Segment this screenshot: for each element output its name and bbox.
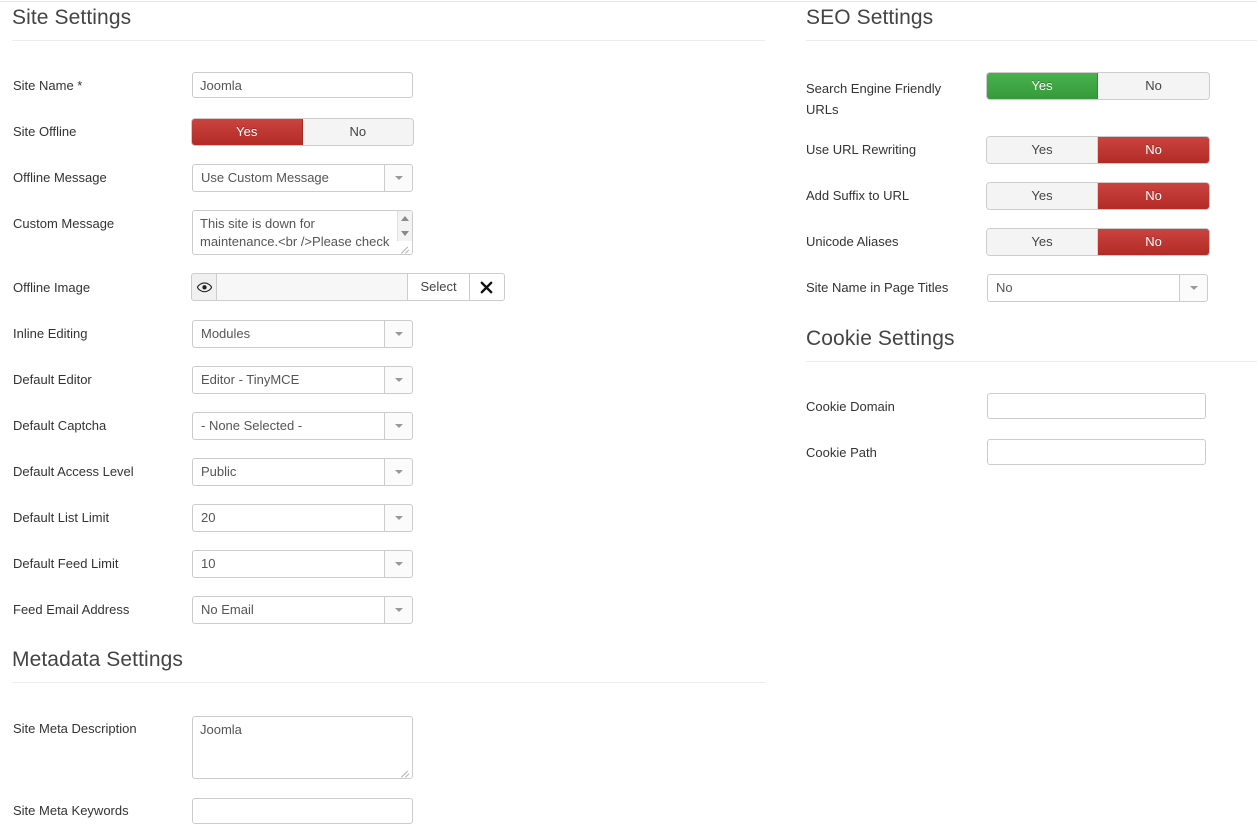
metadata-settings-divider [12,682,765,683]
cookie-domain-input[interactable] [987,393,1206,419]
site-offline-yes-button[interactable]: Yes [192,119,303,145]
default-editor-select-value: Editor - TinyMCE [192,366,384,394]
seo-settings-section: SEO Settings [806,5,1257,41]
default-feed-limit-select[interactable]: 10 [192,550,413,578]
site-meta-keywords-label: Site Meta Keywords [13,803,129,819]
close-x-icon[interactable] [470,273,505,301]
scroll-down-arrow-icon[interactable] [401,231,409,236]
add-suffix-label: Add Suffix to URL [806,188,909,204]
site-meta-description-textarea[interactable] [192,716,413,779]
site-meta-keywords-input[interactable] [192,798,413,824]
site-meta-description-label: Site Meta Description [13,721,137,737]
chevron-down-icon[interactable] [384,458,413,486]
cookie-settings-section: Cookie Settings [806,326,1257,362]
default-editor-label: Default Editor [13,372,92,388]
default-list-limit-select[interactable]: 20 [192,504,413,532]
inline-editing-select-value: Modules [192,320,384,348]
feed-email-address-select[interactable]: No Email [192,596,413,624]
inline-editing-select[interactable]: Modules [192,320,413,348]
feed-email-address-label: Feed Email Address [13,602,129,618]
sef-urls-toggle[interactable]: Yes No [986,72,1210,100]
offline-image-media-field: Select [191,273,505,301]
cookie-settings-divider [806,361,1257,362]
right-column: SEO Settings Search Engine Friendly URLs… [790,0,1257,825]
site-name-in-titles-select-value: No [987,274,1179,302]
site-offline-label: Site Offline [13,124,76,140]
sef-urls-no-button[interactable]: No [1098,73,1209,99]
global-configuration-form: Site Settings Site Name * Site Offline Y… [0,0,1257,825]
url-rewriting-yes-button[interactable]: Yes [987,137,1098,163]
default-list-limit-select-value: 20 [192,504,384,532]
url-rewriting-no-button[interactable]: No [1098,137,1209,163]
site-name-in-titles-label: Site Name in Page Titles [806,280,948,296]
default-captcha-select-value: - None Selected - [192,412,384,440]
unicode-aliases-no-button[interactable]: No [1098,229,1209,255]
seo-settings-heading: SEO Settings [806,5,1257,31]
feed-email-address-select-value: No Email [192,596,384,624]
unicode-aliases-yes-button[interactable]: Yes [987,229,1098,255]
site-name-label: Site Name * [13,78,82,94]
chevron-down-icon[interactable] [384,504,413,532]
cookie-domain-label: Cookie Domain [806,399,895,415]
offline-image-select-button[interactable]: Select [407,273,469,301]
add-suffix-toggle[interactable]: Yes No [986,182,1210,210]
add-suffix-no-button[interactable]: No [1098,183,1209,209]
seo-settings-divider [806,40,1257,41]
chevron-down-icon[interactable] [384,412,413,440]
default-feed-limit-label: Default Feed Limit [13,556,119,572]
url-rewriting-label: Use URL Rewriting [806,142,916,158]
custom-message-label: Custom Message [13,216,114,232]
default-editor-select[interactable]: Editor - TinyMCE [192,366,413,394]
chevron-down-icon[interactable] [384,550,413,578]
cookie-path-input[interactable] [987,439,1206,465]
site-offline-no-button[interactable]: No [303,119,414,145]
metadata-settings-heading: Metadata Settings [12,647,765,673]
inline-editing-label: Inline Editing [13,326,87,342]
metadata-settings-section: Metadata Settings [12,647,765,683]
cookie-settings-heading: Cookie Settings [806,326,1257,352]
offline-message-select-value: Use Custom Message [192,164,384,192]
custom-message-textarea[interactable] [192,210,413,255]
scroll-up-arrow-icon[interactable] [401,216,409,221]
default-captcha-select[interactable]: - None Selected - [192,412,413,440]
site-name-input[interactable] [192,72,413,98]
default-list-limit-label: Default List Limit [13,510,109,526]
default-feed-limit-select-value: 10 [192,550,384,578]
default-captcha-label: Default Captcha [13,418,106,434]
add-suffix-yes-button[interactable]: Yes [987,183,1098,209]
site-settings-heading: Site Settings [12,5,765,31]
url-rewriting-toggle[interactable]: Yes No [986,136,1210,164]
default-access-level-label: Default Access Level [13,464,134,480]
site-offline-toggle[interactable]: Yes No [191,118,414,146]
unicode-aliases-label: Unicode Aliases [806,234,899,250]
unicode-aliases-toggle[interactable]: Yes No [986,228,1210,256]
eye-icon[interactable] [191,273,217,301]
default-access-level-select-value: Public [192,458,384,486]
custom-message-scrollbar[interactable] [397,211,412,241]
site-settings-divider [12,40,765,41]
default-access-level-select[interactable]: Public [192,458,413,486]
offline-message-select[interactable]: Use Custom Message [192,164,413,192]
cookie-path-label: Cookie Path [806,445,877,461]
offline-message-label: Offline Message [13,170,107,186]
left-column: Site Settings Site Name * Site Offline Y… [0,0,790,825]
offline-image-label: Offline Image [13,280,90,296]
sef-urls-label: Search Engine Friendly URLs [806,78,971,120]
chevron-down-icon[interactable] [384,164,413,192]
site-settings-section: Site Settings [12,5,765,41]
chevron-down-icon[interactable] [384,596,413,624]
offline-image-path-input[interactable] [217,273,407,301]
site-name-in-titles-select[interactable]: No [987,274,1208,302]
sef-urls-yes-button[interactable]: Yes [987,73,1098,99]
chevron-down-icon[interactable] [384,320,413,348]
chevron-down-icon[interactable] [1179,274,1208,302]
chevron-down-icon[interactable] [384,366,413,394]
